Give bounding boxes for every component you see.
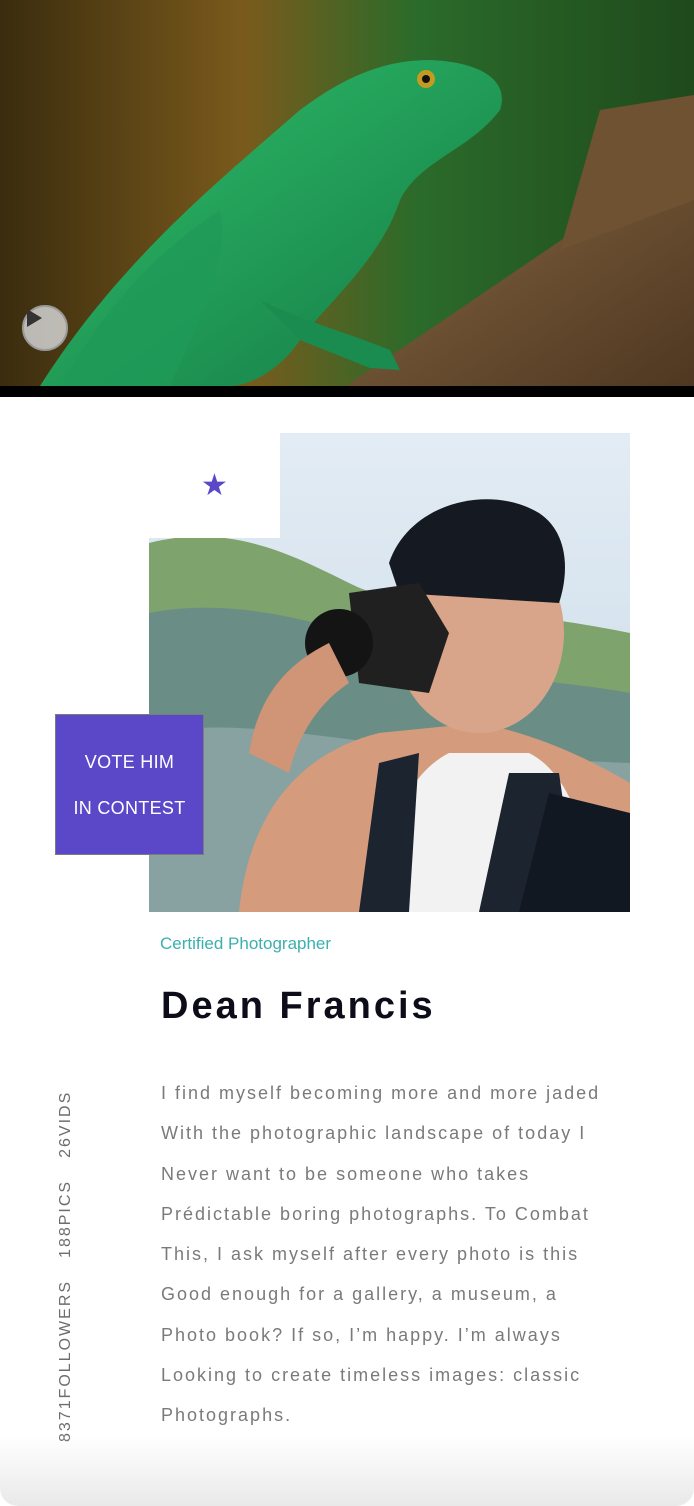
bio-line: Looking to create timeless images: class… bbox=[161, 1365, 582, 1386]
bio-line: Prédictable boring photographs. To Comba… bbox=[161, 1203, 590, 1224]
certified-label: Certified Photographer bbox=[160, 934, 332, 953]
vote-button-line2: IN CONTEST bbox=[73, 797, 186, 818]
vids-count[interactable]: 26VIDS bbox=[57, 1091, 75, 1158]
star-icon: ★ bbox=[201, 467, 228, 503]
bio-line: Good enough for a gallery, a museum, a bbox=[161, 1284, 558, 1305]
play-icon bbox=[27, 309, 42, 327]
hero-video[interactable] bbox=[0, 0, 694, 397]
followers-count[interactable]: 8371FOLLOWERS bbox=[57, 1280, 75, 1442]
bottom-fade bbox=[0, 1436, 694, 1506]
play-button[interactable] bbox=[22, 305, 68, 351]
bio-line: Never want to be someone who takes bbox=[161, 1163, 531, 1184]
profile-bio: I find myself becoming more and more jad… bbox=[161, 1073, 641, 1436]
bio-line: Photographs. bbox=[161, 1405, 293, 1426]
vote-in-contest-button[interactable]: VOTE HIM IN CONTEST bbox=[55, 714, 204, 855]
hero-lizard-image bbox=[0, 0, 694, 397]
bio-line: This, I ask myself after every photo is … bbox=[161, 1244, 580, 1265]
featured-badge: ★ bbox=[149, 433, 280, 538]
bio-line: Photo book? If so, I’m happy. I’m always bbox=[161, 1324, 562, 1345]
profile-name: Dean Francis bbox=[161, 985, 436, 1027]
bio-line: I find myself becoming more and more jad… bbox=[161, 1083, 601, 1103]
profile-stats: 8371FOLLOWERS 188PICS 26VIDS bbox=[57, 1091, 75, 1442]
pics-count[interactable]: 188PICS bbox=[57, 1180, 75, 1258]
bio-line: With the photographic landscape of today… bbox=[161, 1123, 587, 1144]
vote-button-line1: VOTE HIM bbox=[84, 751, 175, 772]
